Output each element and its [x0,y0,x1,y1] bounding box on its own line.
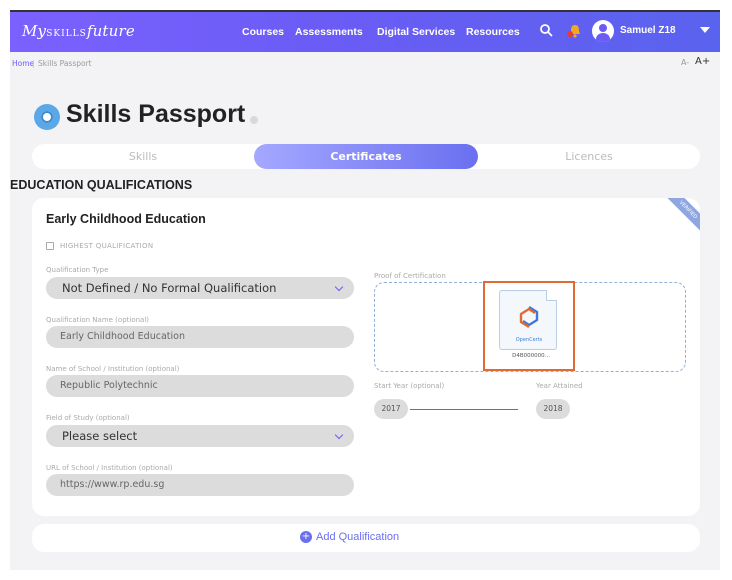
school-name-field[interactable]: Republic Polytechnic [46,375,354,397]
user-avatar[interactable] [592,20,614,42]
skills-passport-icon [34,104,60,130]
increase-font-button[interactable]: A+ [695,56,710,67]
page-title: Skills Passport [66,100,246,128]
breadcrumb-home[interactable]: Home [12,59,34,68]
chevron-down-icon [334,430,344,440]
proof-upload-area[interactable]: OpenCerts D4B000000... [374,281,686,372]
qualification-card: VERIFIED Early Childhood Education HIGHE… [32,198,700,516]
field-of-study-value: Please select [62,429,138,443]
qualification-type-select[interactable]: Not Defined / No Formal Qualification [46,277,354,299]
opencerts-logo-icon [519,305,539,329]
browser-frame: MySKILLSfuture Courses Assessments Digit… [10,10,720,570]
start-year-field[interactable]: 2017 [374,399,408,419]
info-icon[interactable] [250,116,258,124]
tab-skills[interactable]: Skills [32,144,254,169]
decrease-font-button[interactable]: A- [681,58,689,67]
qualification-title: Early Childhood Education [46,212,206,226]
nav-resources[interactable]: Resources [466,26,520,38]
plus-circle-icon: + [300,531,312,543]
certificate-file-card[interactable]: OpenCerts D4B000000... [483,281,575,371]
notification-bell-icon[interactable] [566,22,584,40]
tab-certificates[interactable]: Certificates [254,144,478,169]
top-navigation-bar: MySKILLSfuture Courses Assessments Digit… [10,12,720,52]
nav-digital-services[interactable]: Digital Services [377,26,455,38]
document-icon: OpenCerts [499,290,557,350]
document-brand: OpenCerts [515,337,543,343]
year-attained-label: Year Attained [536,382,583,390]
breadcrumb: Home | Skills Passport A- A+ [10,56,720,72]
myskillsfuture-logo[interactable]: MySKILLSfuture [22,22,135,40]
username[interactable]: Samuel Z18 [620,25,676,36]
section-title: EDUCATION QUALIFICATIONS [10,178,193,192]
passport-tabs: Skills Certificates Licences [32,144,700,169]
add-qualification-button[interactable]: + Add Qualification [32,524,700,552]
school-url-label: URL of School / Institution (optional) [46,464,173,472]
chevron-down-icon[interactable] [700,27,710,33]
highest-qualification-label: HIGHEST QUALIFICATION [60,242,154,250]
nav-courses[interactable]: Courses [242,26,284,38]
breadcrumb-current: Skills Passport [38,59,92,68]
qualification-name-field[interactable]: Early Childhood Education [46,326,354,348]
school-name-label: Name of School / Institution (optional) [46,365,180,373]
search-icon[interactable] [539,23,553,37]
nav-assessments[interactable]: Assessments [295,26,363,38]
field-of-study-label: Field of Study (optional) [46,414,130,422]
proof-of-certification-label: Proof of Certification [374,272,446,280]
tab-licences[interactable]: Licences [478,144,700,169]
start-year-label: Start Year (optional) [374,382,445,390]
school-url-value: https://www.rp.edu.sg [60,479,165,490]
breadcrumb-separator: | [32,59,35,68]
add-qualification-label: Add Qualification [316,531,400,543]
qualification-type-label: Qualification Type [46,266,109,274]
verified-ribbon: VERIFIED [662,198,700,236]
qualification-name-label: Qualification Name (optional) [46,316,150,324]
year-attained-field[interactable]: 2018 [536,399,570,419]
highest-qualification-checkbox[interactable] [46,242,54,250]
qualification-type-value: Not Defined / No Formal Qualification [62,281,277,295]
school-name-value: Republic Polytechnic [60,380,158,391]
year-range-line [410,409,518,410]
field-of-study-select[interactable]: Please select [46,425,354,447]
qualification-name-value: Early Childhood Education [60,331,185,342]
chevron-down-icon [334,282,344,292]
certificate-file-name: D4B000000... [512,353,550,359]
school-url-field[interactable]: https://www.rp.edu.sg [46,474,354,496]
